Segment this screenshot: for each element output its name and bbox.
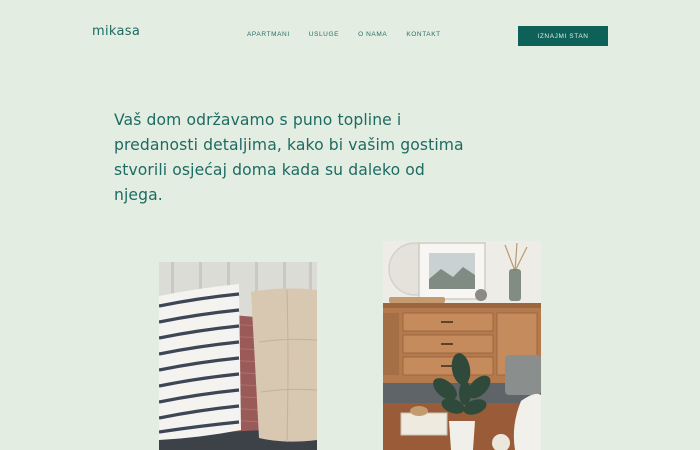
logo[interactable]: mikasa (92, 24, 140, 39)
pillows-photo (159, 262, 317, 450)
hero-intro: Vaš dom održavamo s puno topline i preda… (114, 108, 474, 208)
rent-apartment-button[interactable]: IZNAJMI STAN (518, 26, 608, 46)
main-nav: APARTMANI USLUGE O NAMA KONTAKT (247, 31, 460, 38)
nav-item-o-nama[interactable]: O NAMA (358, 31, 387, 38)
living-room-photo (383, 241, 541, 450)
hero-line-3: stvorili osjećaj doma kada su daleko od … (114, 161, 425, 204)
hero-line-1: Vaš dom održavamo s puno topline i (114, 111, 402, 129)
hero-line-2: predanosti detaljima, kako bi vašim gost… (114, 136, 464, 154)
nav-item-usluge[interactable]: USLUGE (309, 31, 339, 38)
site-header: mikasa APARTMANI USLUGE O NAMA KONTAKT I… (0, 0, 700, 70)
nav-item-kontakt[interactable]: KONTAKT (406, 31, 440, 38)
nav-item-apartmani[interactable]: APARTMANI (247, 31, 290, 38)
